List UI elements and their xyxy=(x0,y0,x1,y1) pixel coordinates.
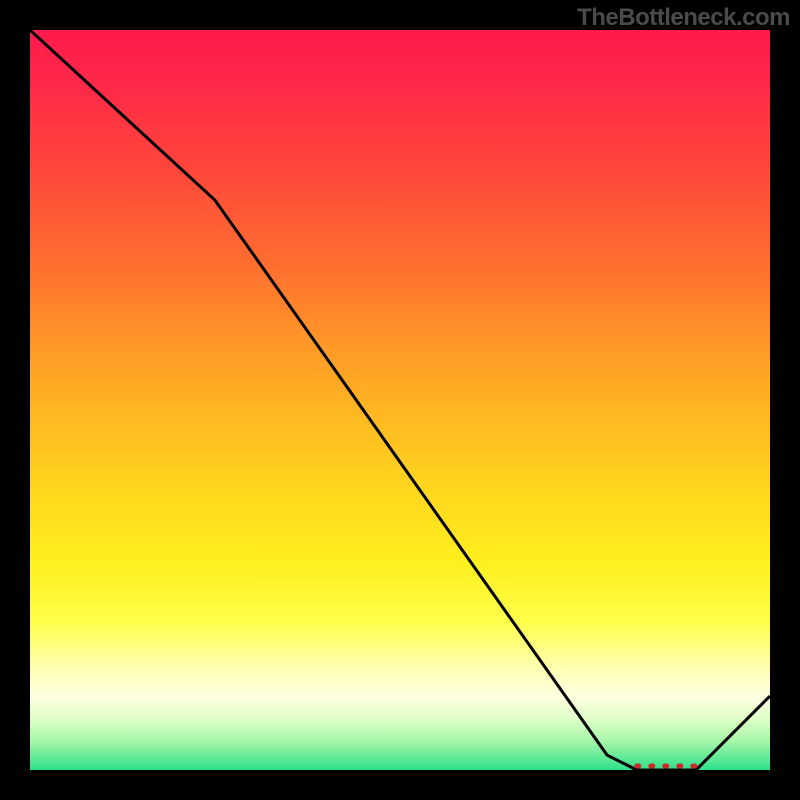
chart-svg xyxy=(30,30,770,770)
bottleneck-curve xyxy=(30,30,770,770)
plot-area xyxy=(30,30,770,770)
watermark-text: TheBottleneck.com xyxy=(577,4,790,32)
chart-frame: TheBottleneck.com xyxy=(0,0,800,800)
